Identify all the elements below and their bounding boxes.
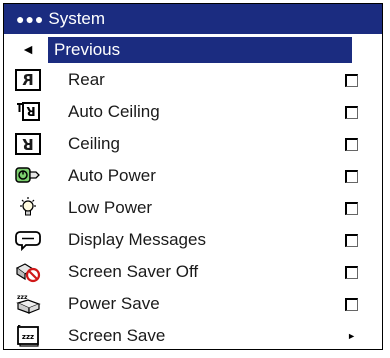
menu-item-power-save[interactable]: zzz Power Save	[4, 288, 382, 320]
rear-checkbox[interactable]	[345, 73, 358, 87]
menu-title: System	[48, 9, 106, 28]
submenu-arrow-icon: ►	[347, 331, 356, 341]
svg-text:zzz: zzz	[22, 333, 34, 341]
menu-item-rear[interactable]: R Rear	[4, 64, 382, 96]
previous-menu-item[interactable]: ◄ Previous	[4, 34, 382, 64]
ceiling-projection-icon: R	[14, 132, 42, 156]
auto-power-checkbox[interactable]	[345, 169, 358, 183]
menu-item-screen-save[interactable]: zzz Screen Save ►	[4, 320, 382, 352]
auto-ceiling-checkbox[interactable]	[345, 105, 358, 119]
rear-projection-icon: R	[14, 68, 42, 92]
auto-ceiling-icon: R	[14, 100, 42, 124]
menu-item-label: Ceiling	[68, 134, 120, 153]
menu-item-ceiling[interactable]: R Ceiling	[4, 128, 382, 160]
menu-item-auto-power[interactable]: Auto Power	[4, 160, 382, 192]
screen-saver-off-checkbox[interactable]	[345, 265, 358, 279]
display-messages-checkbox[interactable]	[345, 233, 358, 247]
power-save-checkbox[interactable]	[345, 297, 358, 311]
svg-text:R: R	[26, 104, 35, 118]
menu-item-low-power[interactable]: Low Power	[4, 192, 382, 224]
previous-label: Previous	[48, 36, 352, 63]
menu-dots-icon: ●●●	[16, 11, 45, 27]
ceiling-checkbox[interactable]	[345, 137, 358, 151]
menu-title-bar: ●●● System	[4, 4, 382, 34]
menu-item-label: Auto Power	[68, 166, 156, 185]
menu-item-label: Auto Ceiling	[68, 102, 160, 121]
low-power-checkbox[interactable]	[345, 201, 358, 215]
menu-item-label: Rear	[68, 70, 105, 89]
left-triangle-icon: ◄	[21, 41, 35, 57]
power-save-icon: zzz	[14, 292, 42, 316]
speech-bubble-icon	[14, 228, 42, 252]
screen-saver-off-icon	[14, 260, 42, 284]
menu-item-auto-ceiling[interactable]: R Auto Ceiling	[4, 96, 382, 128]
menu-item-label: Power Save	[68, 294, 160, 313]
system-menu: ●●● System ◄ Previous R Rear R Auto Ceil…	[3, 3, 383, 350]
menu-item-label: Low Power	[68, 198, 153, 217]
auto-power-icon	[14, 164, 42, 188]
menu-item-label: Display Messages	[68, 230, 206, 249]
menu-item-label: Screen Save	[68, 326, 166, 345]
menu-item-label: Screen Saver Off	[68, 262, 199, 281]
low-power-bulb-icon	[14, 196, 42, 220]
screen-save-icon: zzz	[14, 324, 42, 348]
menu-item-screen-saver-off[interactable]: Screen Saver Off	[4, 256, 382, 288]
menu-item-display-messages[interactable]: Display Messages	[4, 224, 382, 256]
